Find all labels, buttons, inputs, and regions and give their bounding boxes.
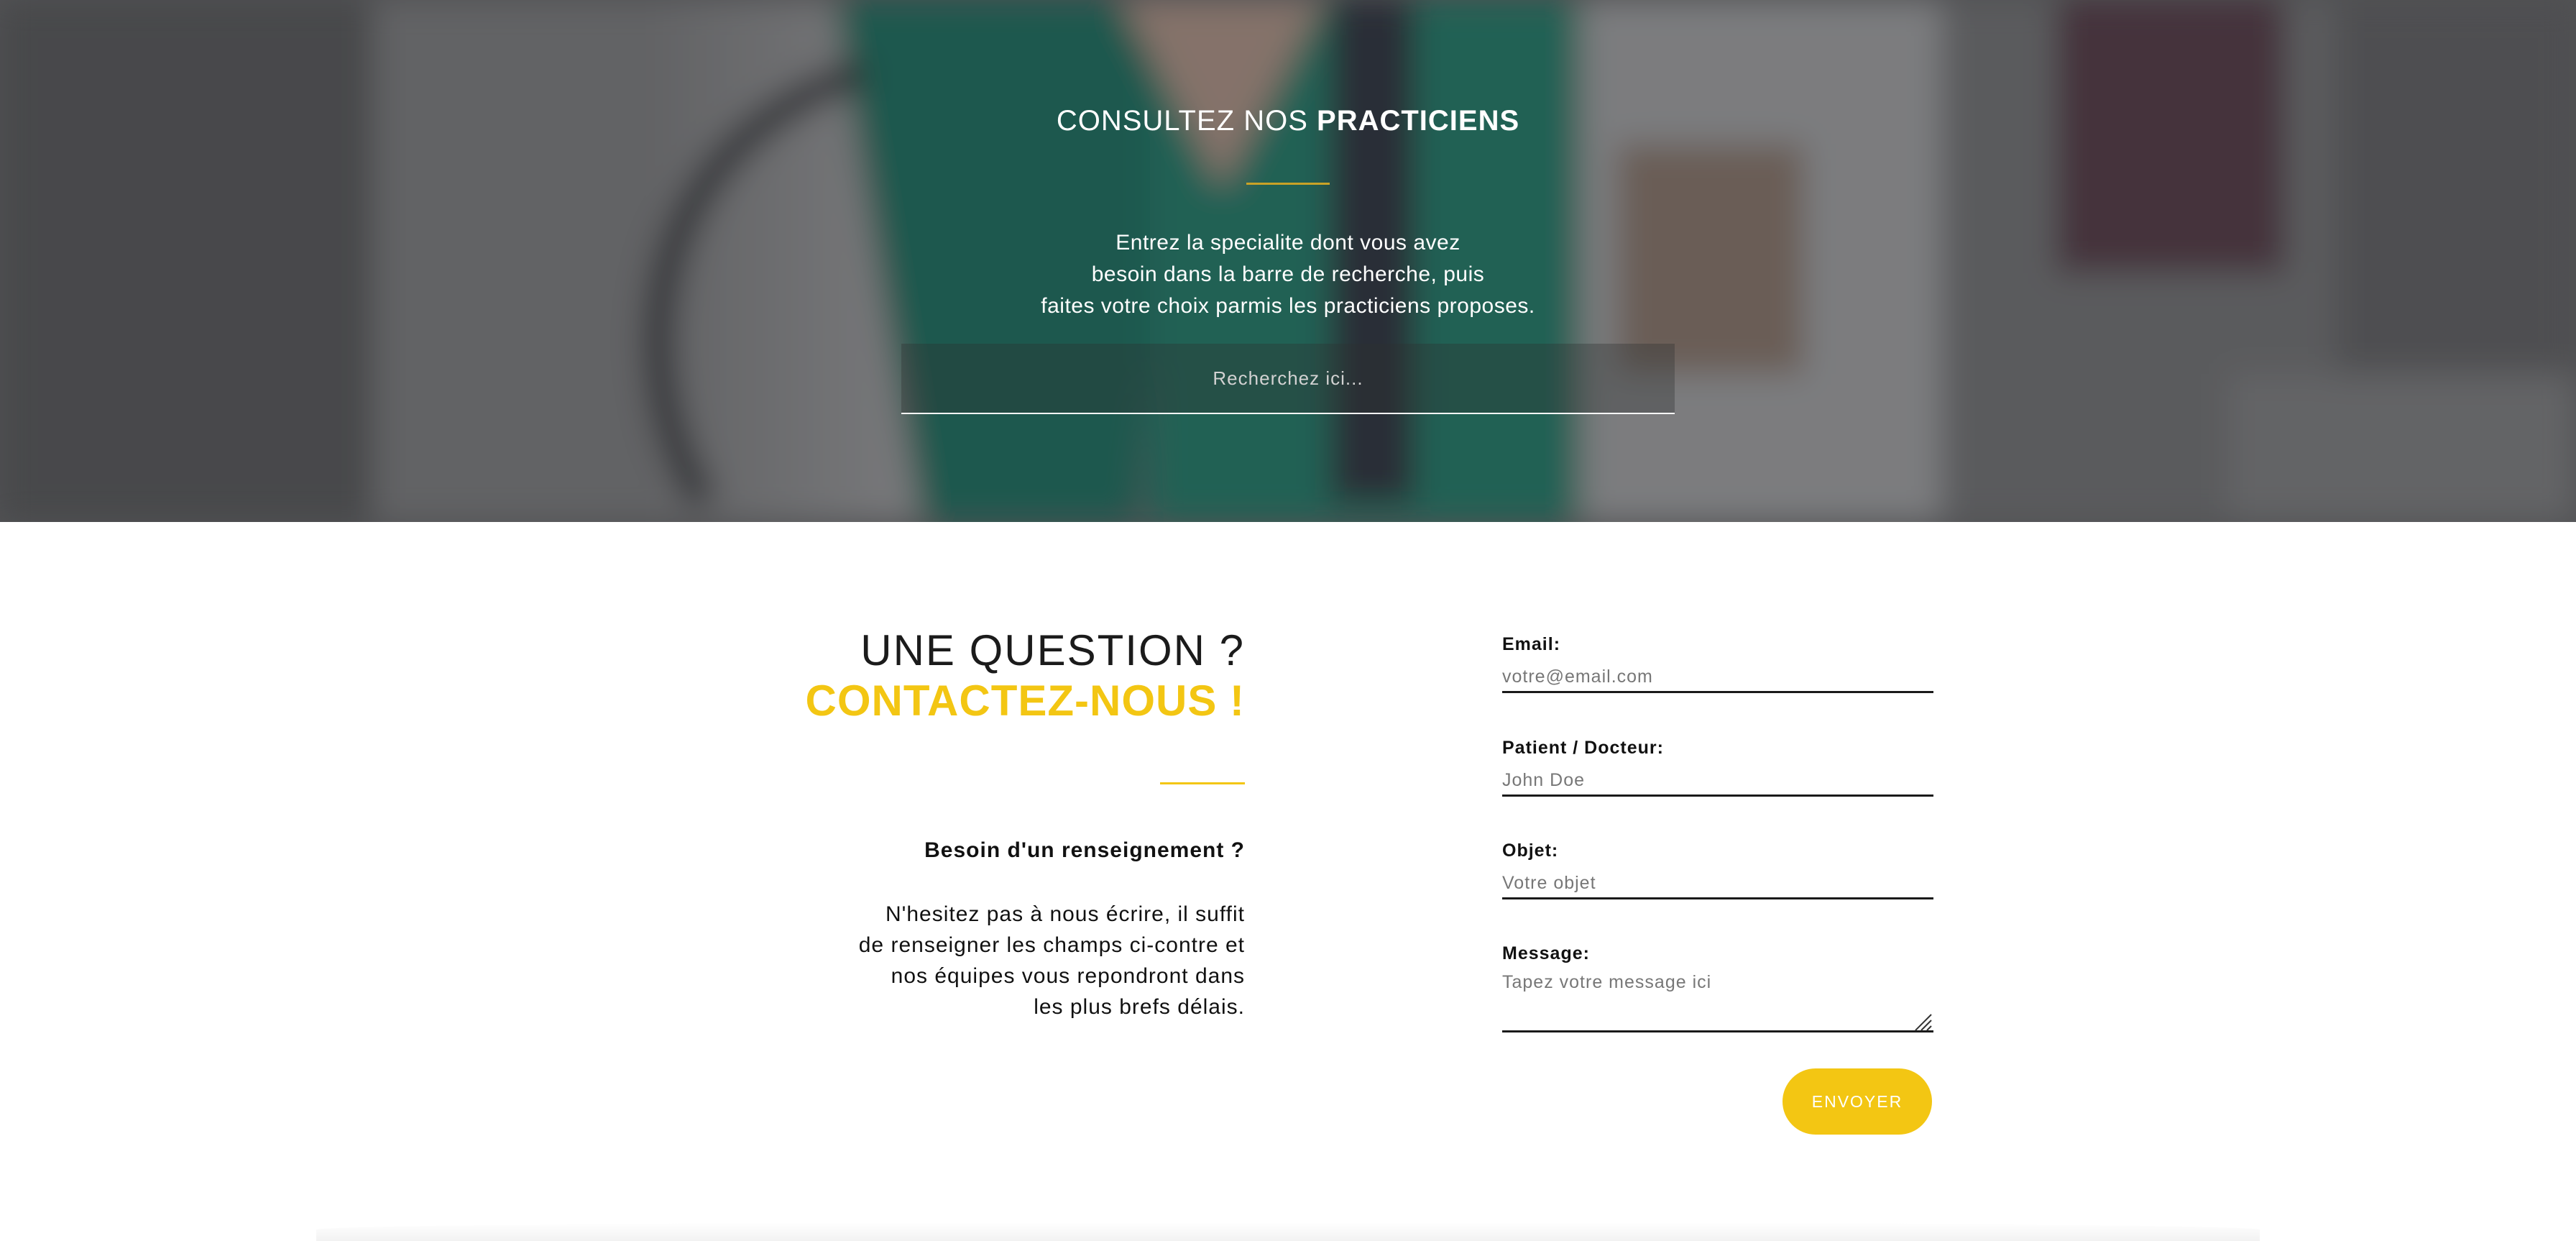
resize-grip-icon[interactable] (1913, 1012, 1932, 1031)
name-field[interactable] (1502, 766, 1933, 797)
hero-description: Entrez la specialite dont vous avez beso… (929, 227, 1647, 322)
contact-intro: UNE QUESTION ? CONTACTEZ-NOUS ! Besoin d… (748, 626, 1245, 1019)
contact-subtitle: Besoin d'un renseignement ? (924, 838, 1245, 862)
hero-description-line: faites votre choix parmis les practicien… (1041, 294, 1535, 318)
email-field[interactable] (1502, 663, 1933, 693)
hero-divider (1246, 183, 1330, 185)
hero-title-bold: PRACTICIENS (1317, 105, 1520, 137)
contact-title-question: UNE QUESTION ? (860, 626, 1245, 674)
next-section-edge (316, 1222, 2260, 1241)
contact-description-line: de renseigner les champs ci-contre et (858, 933, 1245, 957)
contact-description-line: les plus brefs délais. (1034, 995, 1245, 1019)
contact-description: N'hesitez pas à nous écrire, il suffit d… (748, 899, 1245, 1022)
subject-field[interactable] (1502, 869, 1933, 899)
hero-title-regular: CONSULTEZ NOS (1056, 105, 1317, 137)
subject-group: Objet: (1502, 841, 1933, 899)
hero-title: CONSULTEZ NOS PRACTICIENS (0, 105, 2576, 137)
contact-title-cta: CONTACTEZ-NOUS ! (805, 677, 1245, 725)
contact-description-line: nos équipes vous repondront dans (891, 964, 1245, 988)
message-field[interactable] (1502, 972, 1933, 1032)
message-label: Message: (1502, 943, 1590, 963)
name-group: Patient / Docteur: (1502, 738, 1933, 797)
email-group: Email: (1502, 634, 1933, 693)
message-group: Message: (1502, 943, 1933, 1032)
search-bar (901, 344, 1675, 414)
name-label: Patient / Docteur: (1502, 738, 1664, 758)
subject-label: Objet: (1502, 841, 1559, 861)
contact-description-line: N'hesitez pas à nous écrire, il suffit (885, 902, 1245, 926)
email-label: Email: (1502, 634, 1561, 654)
hero-description-line: Entrez la specialite dont vous avez (1116, 231, 1460, 255)
hero-section: CONSULTEZ NOS PRACTICIENS Entrez la spec… (0, 0, 2576, 522)
hero-content: CONSULTEZ NOS PRACTICIENS Entrez la spec… (0, 0, 2576, 522)
send-button[interactable]: ENVOYER (1782, 1068, 1932, 1135)
hero-description-line: besoin dans la barre de recherche, puis (1091, 262, 1485, 286)
contact-divider (1160, 782, 1245, 784)
search-input[interactable] (901, 344, 1675, 413)
